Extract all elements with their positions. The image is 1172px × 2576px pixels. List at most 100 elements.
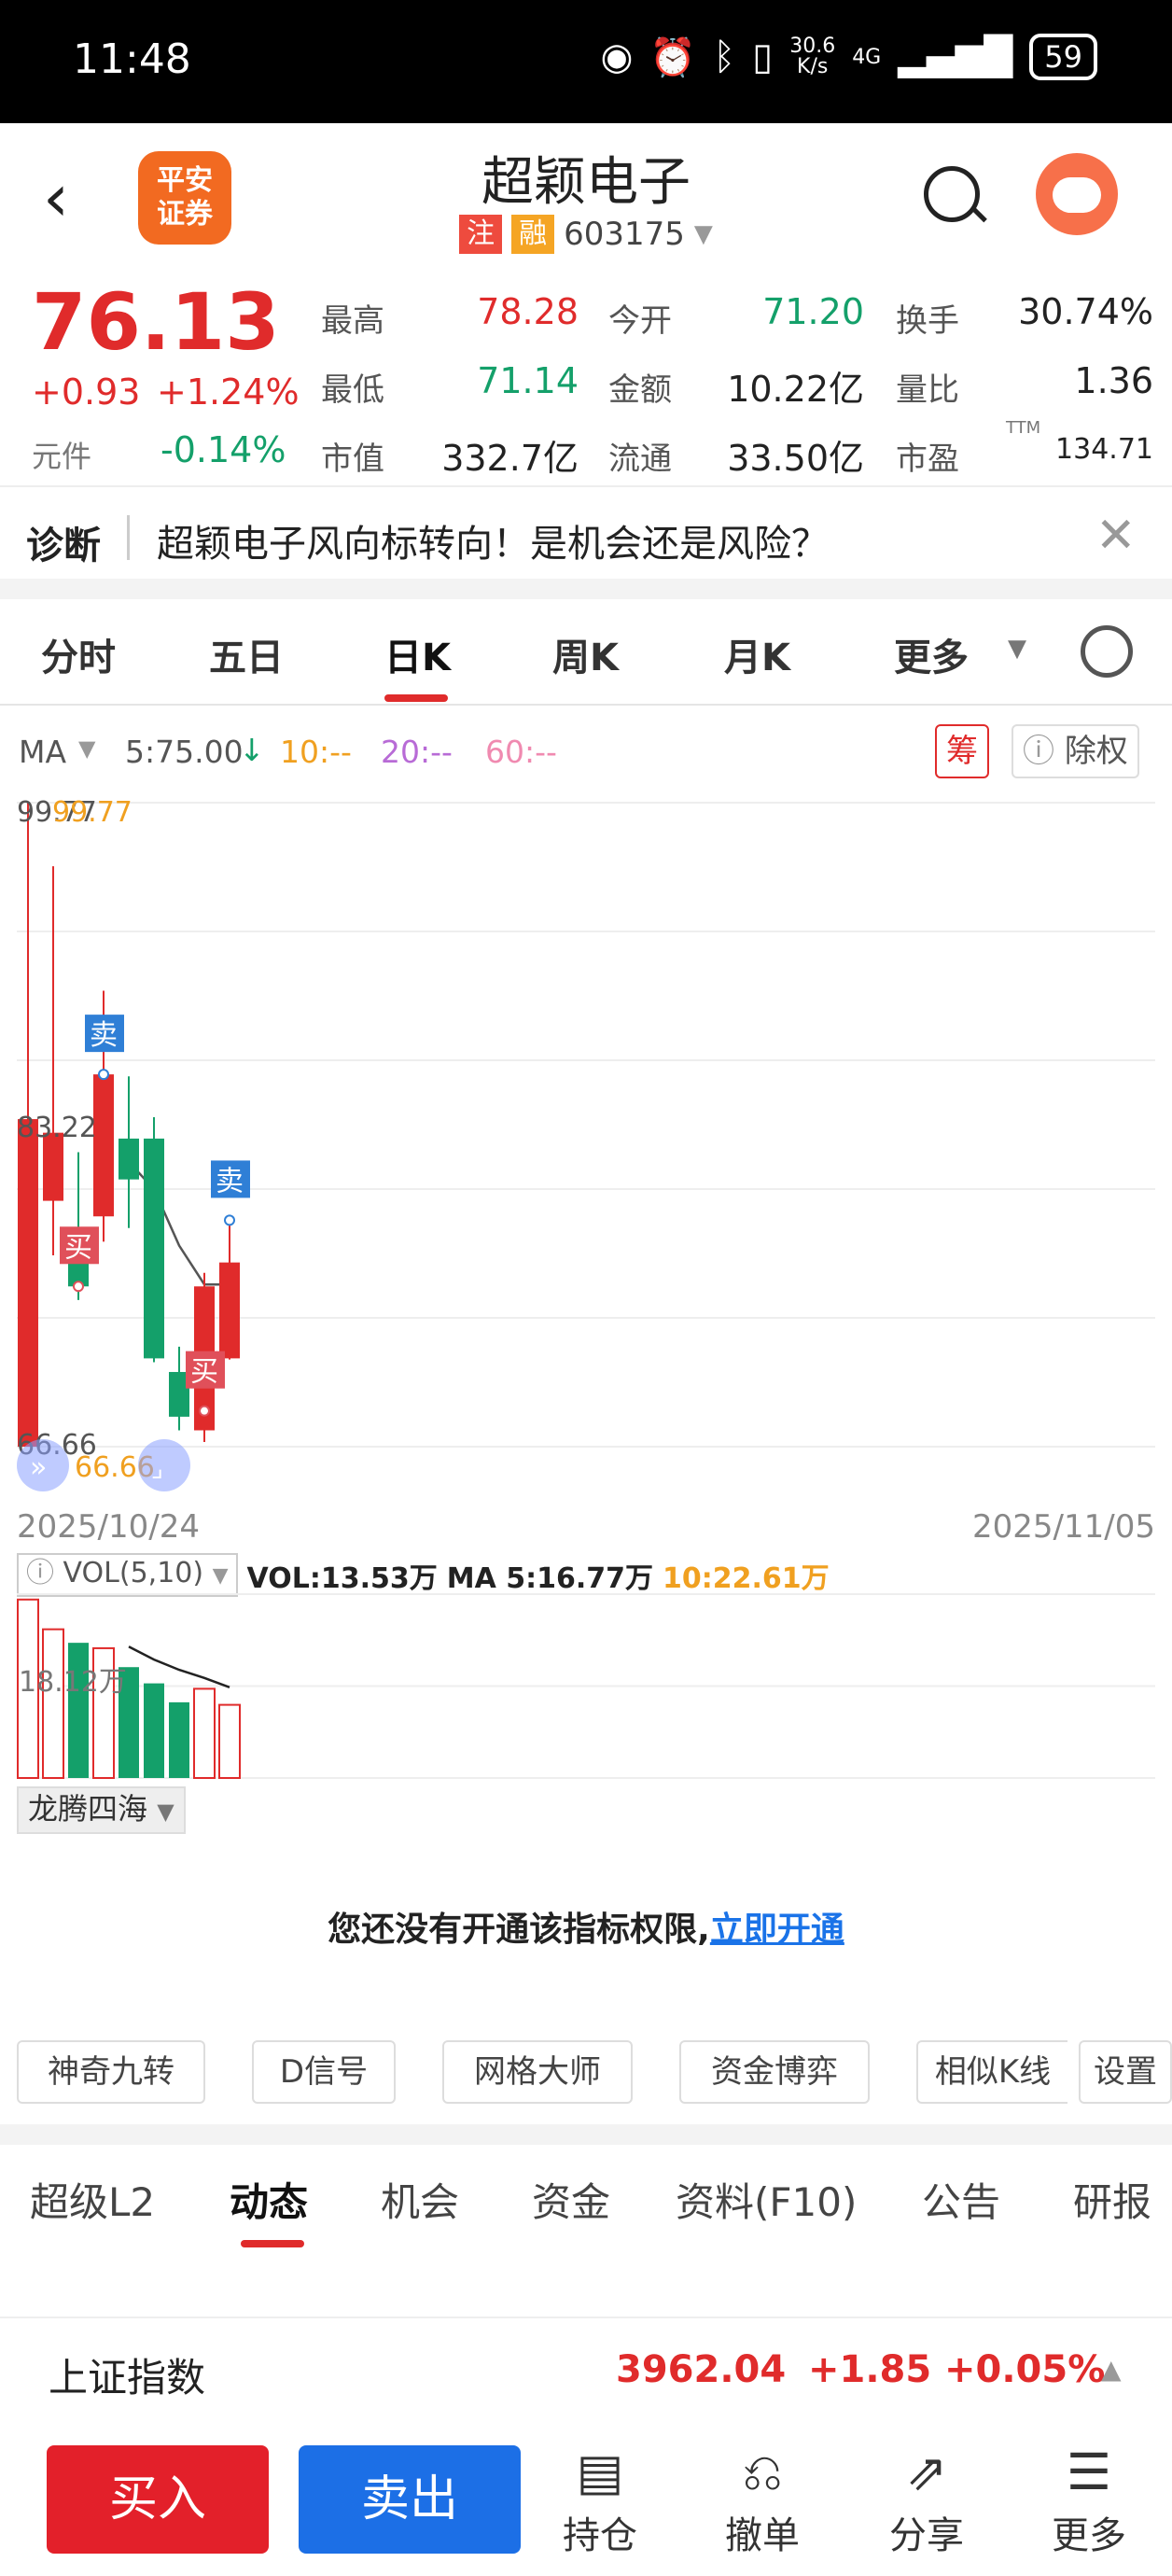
last-price: 76.13 — [32, 276, 280, 368]
open-value: 71.20 — [762, 291, 864, 332]
tab-announcements[interactable]: 公告 — [922, 2171, 1000, 2228]
index-ticker[interactable]: 上证指数 3962.04 +1.85 +0.05% ▲ — [0, 2317, 1172, 2425]
search-icon[interactable] — [924, 166, 980, 222]
tab-opportunity[interactable]: 机会 — [381, 2171, 459, 2228]
signal-dot — [98, 1069, 109, 1081]
volume-ma5-line — [128, 1645, 230, 1689]
holdings-button[interactable]: ▤ 持仓 — [549, 2440, 651, 2559]
indicator-fund-game[interactable]: 资金博弈 — [679, 2040, 870, 2104]
y-mid-label: 83.22 — [17, 1112, 97, 1144]
high-value: 78.28 — [477, 291, 579, 332]
volume-chart[interactable]: 18.12万 — [17, 1587, 1155, 1787]
caret-down-icon[interactable]: ▼ — [1008, 635, 1026, 663]
volume-bar — [68, 1643, 89, 1778]
vol-ratio-value: 1.36 — [1074, 360, 1153, 401]
buy-button[interactable]: 买入 — [47, 2445, 269, 2554]
double-chevron-left-icon[interactable]: » — [30, 1451, 47, 1484]
info-icon: ⓘ — [26, 1557, 63, 1589]
index-change: +1.85 — [808, 2348, 932, 2391]
caret-down-icon[interactable]: ▼ — [78, 735, 95, 762]
tab-daily-k[interactable]: 日K — [384, 627, 451, 681]
tab-five-day[interactable]: 五日 — [209, 627, 284, 681]
assistant-avatar[interactable] — [1036, 153, 1118, 235]
signal-dot — [73, 1281, 84, 1293]
stock-header: ‹ 平安 证券 超颖电子 注 融 603175 ▼ — [0, 123, 1172, 273]
candle-body — [119, 1138, 139, 1180]
indicator-shenqi-jiuzhuan[interactable]: 神奇九转 — [17, 2040, 205, 2104]
arrow-down-icon: ↓ — [239, 732, 265, 768]
permission-notice: 您还没有开通该指标权限,立即开通 — [328, 1911, 844, 1949]
stock-subtitle[interactable]: 注 融 603175 ▼ — [0, 215, 1172, 254]
caret-down-icon: ▼ — [212, 1564, 229, 1588]
caret-down-icon: ▼ — [693, 220, 713, 248]
expand-icon[interactable]: ⌟ — [151, 1452, 163, 1483]
price-change-pct: +1.24% — [157, 371, 300, 413]
ex-rights-button[interactable]: ⓘ 除权 — [1012, 724, 1139, 778]
signal-label: 卖 — [216, 1165, 244, 1197]
ma60-value: 60:-- — [485, 734, 557, 770]
more-button[interactable]: ☰ 更多 — [1038, 2440, 1140, 2559]
amount-label: 金额 — [608, 371, 672, 409]
diagnosis-banner[interactable]: 诊断 超颖电子风向标转向！是机会还是风险？ ✕ — [0, 485, 1172, 581]
buy-signal[interactable]: 买 — [60, 1226, 99, 1293]
candle — [119, 1076, 139, 1228]
mktcap-value: 332.7亿 — [441, 438, 579, 479]
tab-level2[interactable]: 超级L2 — [30, 2171, 155, 2228]
close-icon[interactable]: ✕ — [1095, 508, 1137, 564]
candle — [144, 1116, 164, 1363]
margin-badge: 融 — [511, 215, 555, 254]
candlestick-chart[interactable]: 买卖买卖 99.77 99.77 83.22 66.66 66.66 » ⌟ — [17, 793, 1155, 1493]
indicator-grid-master[interactable]: 网格大师 — [442, 2040, 633, 2104]
ma-label[interactable]: MA — [19, 734, 66, 770]
trade-action-bar: 买入 卖出 ▤ 持仓 ⎌ 撤单 ⇗ 分享 ☰ 更多 — [0, 2423, 1172, 2576]
tab-f10[interactable]: 资料(F10) — [676, 2171, 857, 2228]
indicator-similar-kline[interactable]: 相似K线 — [916, 2040, 1067, 2104]
info-tabs: 超级L2 动态 机会 资金 资料(F10) 公告 研报 — [0, 2145, 1172, 2255]
caret-down-icon: ▼ — [157, 1799, 174, 1825]
bluetooth-icon: ᛒ — [713, 35, 736, 78]
caret-up-icon[interactable]: ▲ — [1101, 2354, 1122, 2385]
zoom-button[interactable] — [138, 1439, 190, 1491]
registration-badge: 注 — [459, 215, 503, 254]
index-value: 3962.04 — [616, 2348, 787, 2391]
share-button[interactable]: ⇗ 分享 — [875, 2440, 978, 2559]
battery-indicator: 59 — [1029, 34, 1097, 80]
tab-more[interactable]: 更多 — [894, 627, 969, 681]
tab-research[interactable]: 研报 — [1073, 2171, 1151, 2228]
sell-signal[interactable]: 卖 — [85, 1015, 124, 1081]
tab-weekly-k[interactable]: 周K — [552, 627, 619, 681]
index-name: 上证指数 — [49, 2355, 206, 2401]
network-label: 4G — [852, 45, 882, 69]
turnover-label: 换手 — [896, 302, 959, 340]
activate-link[interactable]: 立即开通 — [710, 1911, 844, 1949]
chip-distribution-button[interactable]: 筹 — [935, 724, 989, 778]
ma20-value: 20:-- — [381, 734, 453, 770]
price-change: +0.93 — [32, 371, 141, 413]
signal-label: 买 — [190, 1356, 218, 1389]
index-change-pct: +0.05% — [944, 2348, 1106, 2391]
sell-button[interactable]: 卖出 — [299, 2445, 521, 2554]
cancel-order-button[interactable]: ⎌ 撤单 — [711, 2440, 814, 2559]
tab-monthly-k[interactable]: 月K — [724, 627, 790, 681]
volume-bar — [144, 1683, 164, 1778]
pe-value: 134.71 — [1055, 433, 1153, 466]
indicator-d-signal[interactable]: D信号 — [252, 2040, 396, 2104]
undo-icon: ⎌ — [742, 2443, 783, 2501]
tab-funds[interactable]: 资金 — [532, 2171, 610, 2228]
indicator-settings-button[interactable]: 设置 — [1079, 2040, 1172, 2104]
divider — [0, 579, 1172, 599]
tab-news[interactable]: 动态 — [230, 2171, 308, 2228]
volume-axis-label: 18.12万 — [19, 1666, 127, 1699]
diagnosis-text[interactable]: 超颖电子风向标转向！是机会还是风险？ — [157, 513, 829, 567]
ma5-value: 5:75.00 — [125, 734, 244, 770]
tab-intraday[interactable]: 分时 — [41, 627, 116, 681]
status-icons: ◉ ⏰ ᛒ ▯ 30.6 K/s 4G ▂▄▆█ 59 — [600, 34, 1097, 80]
buy-signal[interactable]: 买 — [186, 1351, 225, 1417]
sell-signal[interactable]: 卖 — [211, 1160, 250, 1226]
gear-icon[interactable] — [1081, 625, 1133, 678]
vibrate-icon: ▯ — [752, 35, 774, 78]
sub-indicator-select[interactable]: 龙腾四海 ▼ — [17, 1786, 186, 1834]
kline-period-tabs: 分时 五日 日K 周K 月K 更多 ▼ — [0, 599, 1172, 706]
turnover-value: 30.74% — [1018, 291, 1153, 332]
open-label: 今开 — [608, 302, 672, 340]
